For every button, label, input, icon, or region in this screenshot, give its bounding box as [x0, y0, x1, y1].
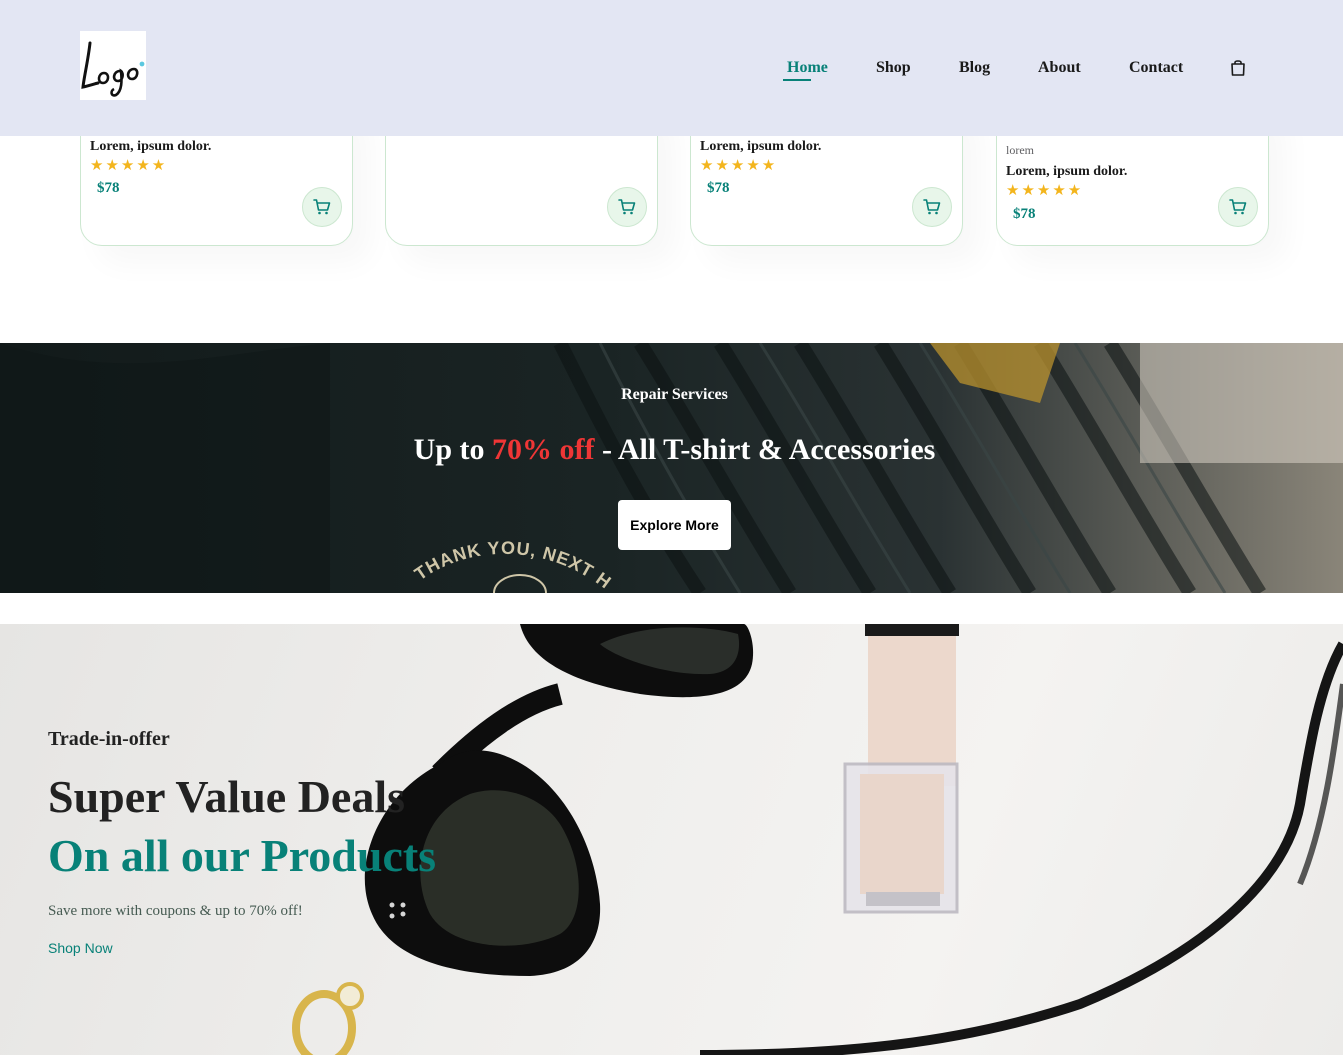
shopping-bag-icon[interactable]	[1229, 58, 1247, 78]
product-name: Lorem, ipsum dolor.	[90, 139, 212, 154]
banner-title-prefix: Up to	[413, 433, 493, 466]
add-to-cart-button[interactable]	[607, 187, 647, 227]
nav-home[interactable]: Home	[787, 58, 828, 78]
hero-title-line1: Super Value Deals	[48, 771, 406, 822]
nav-blog[interactable]: Blog	[959, 58, 990, 78]
trade-in-hero: Trade-in-offer Super Value Deals On all …	[0, 624, 1343, 1055]
cart-icon	[1229, 199, 1247, 215]
banner-background-image: THANK YOU, NEXT HATER	[0, 343, 1343, 593]
nav-shop[interactable]: Shop	[876, 58, 911, 78]
cart-icon	[618, 199, 636, 215]
add-to-cart-button[interactable]	[912, 187, 952, 227]
active-nav-indicator	[783, 79, 811, 81]
add-to-cart-button[interactable]	[1218, 187, 1258, 227]
product-price: $78	[97, 180, 120, 196]
product-name: Lorem, ipsum dolor.	[700, 139, 822, 154]
banner-title-highlight: 70% off	[492, 433, 595, 466]
product-price: $78	[1013, 206, 1036, 222]
shop-now-link[interactable]: Shop Now	[48, 940, 113, 956]
cart-icon	[923, 199, 941, 215]
site-header: Home Shop Blog About Contact	[0, 0, 1343, 136]
product-price: $78	[707, 180, 730, 196]
hero-title-line2: On all our Products	[48, 830, 437, 881]
banner-label: Repair Services	[621, 386, 728, 403]
main-nav: Home Shop Blog About Contact	[0, 58, 1343, 88]
rating-stars: ★★★★★	[700, 158, 778, 174]
nav-about[interactable]: About	[1038, 58, 1081, 78]
banner-title: Up to 70% off - All T-shirt & Accessorie…	[0, 433, 1343, 467]
hero-subtitle: Trade-in-offer	[48, 728, 170, 750]
rating-stars: ★★★★★	[1006, 183, 1084, 199]
product-name: Lorem, ipsum dolor.	[1006, 164, 1128, 179]
product-brand: lorem	[1006, 143, 1034, 157]
explore-more-button[interactable]: Explore More	[618, 500, 731, 550]
rating-stars: ★★★★★	[90, 158, 168, 174]
promo-banner: THANK YOU, NEXT HATER Repair Services Up…	[0, 343, 1343, 593]
add-to-cart-button[interactable]	[302, 187, 342, 227]
hero-description: Save more with coupons & up to 70% off!	[48, 903, 303, 919]
banner-title-suffix: - All T-shirt & Accessories	[594, 433, 936, 466]
cart-icon	[313, 199, 331, 215]
nav-contact[interactable]: Contact	[1129, 58, 1183, 78]
